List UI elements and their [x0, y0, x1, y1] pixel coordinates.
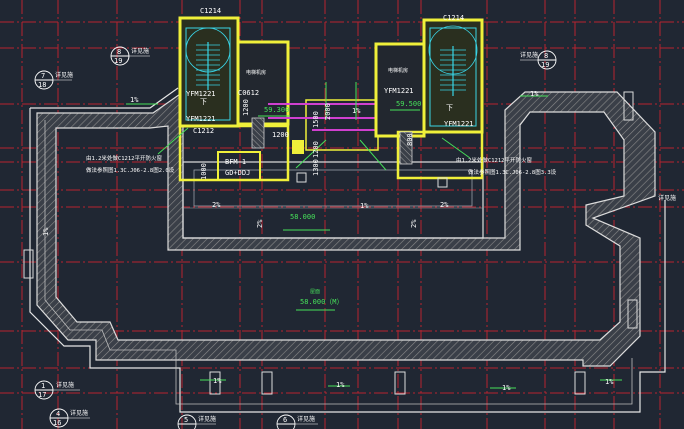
dim-800: 800: [406, 133, 414, 146]
dim-1300: 1300: [312, 159, 320, 176]
elevation-floor: 58.000（M）: [300, 298, 344, 306]
callout-2-bottom: 18: [38, 81, 46, 89]
door-label-left-a: YFM1221: [186, 90, 216, 98]
callout-5-text: 详见施: [70, 409, 88, 417]
window-label-top-right: C1214: [443, 14, 464, 22]
callout-3-top: 8: [544, 52, 548, 60]
slope-10: 1%: [336, 381, 345, 389]
elevation-roof: 58.000: [290, 213, 315, 221]
callout-right-text: 详见施: [658, 194, 676, 202]
note-left-line-2: 做法参照图1.3C.J06-2.8图2.0设: [86, 166, 175, 174]
note-right-line-2: 做法参照图1.3C.J06-2.8图3.3设: [468, 168, 557, 176]
slope-3: 1%: [530, 90, 539, 98]
dim-1200-c: 1200: [312, 141, 320, 158]
room-label-left: 电梯机房: [246, 69, 266, 76]
blast-door-label: BFM-1: [225, 158, 246, 166]
dim-1200-a: 1200: [242, 99, 250, 116]
door-label-right-b: YFM1221: [444, 120, 474, 128]
door-label-right-a: YFM1221: [384, 87, 414, 95]
callout-3-text: 详见施: [520, 51, 538, 59]
callout-6-text: 详见施: [198, 415, 216, 423]
elevation-left: 59.300: [264, 106, 289, 114]
down-arrow-right: 下: [446, 104, 453, 112]
slope-2: 1%: [352, 107, 361, 115]
callout-1-text: 详见施: [131, 47, 149, 55]
callout-6-top: 5: [184, 416, 188, 424]
door-label-left-b: C0612: [238, 89, 259, 97]
callout-4-top: 1: [41, 382, 45, 390]
floor-note: 屋面: [310, 289, 320, 295]
canvas-background: [0, 0, 684, 429]
note-right-line-1: 由1.2米处做C1212平开防火窗: [456, 156, 532, 164]
note-left-line-1: 由1.2米处做C1212平开防火窗: [86, 154, 162, 162]
dim-2000: 2000: [324, 103, 332, 120]
slope-11: 1%: [502, 384, 511, 392]
slope-12: 1%: [605, 378, 614, 386]
callout-4-bottom: 17: [38, 391, 46, 399]
slope-1: 1%: [130, 96, 139, 104]
dim-1200-b: 1200: [272, 131, 289, 139]
callout-2-text: 详见施: [55, 71, 73, 79]
slope-5: 2%: [212, 201, 221, 209]
blast-door-sublabel: GD+DDJ: [225, 169, 250, 177]
room-label-right: 电梯机房: [388, 67, 408, 74]
callout-4-text: 详见施: [56, 381, 74, 389]
callout-2-top: 7: [41, 72, 45, 80]
down-arrow-left: 下: [200, 98, 207, 106]
dim-1000: 1000: [200, 163, 208, 180]
slope-9: 1%: [213, 377, 222, 385]
dim-1500: 1500: [312, 111, 320, 128]
slope-8: 2%: [410, 219, 418, 228]
window-label-small: C1212: [193, 127, 214, 135]
slope-6: 2%: [440, 201, 449, 209]
callout-3-bottom: 19: [541, 61, 549, 69]
elevation-right: 59.500: [396, 100, 421, 108]
callout-5-bottom: 16: [53, 419, 61, 427]
slope-7: 2%: [256, 219, 264, 228]
callout-7-text: 详见施: [297, 415, 315, 423]
callout-7-top: 6: [283, 416, 287, 424]
door-swing-left: [292, 140, 304, 154]
hatch-panel-left: [251, 117, 265, 149]
callout-1-top: 8: [117, 48, 121, 56]
slope-4: 1%: [360, 202, 369, 210]
door-label-left-c: YFM1221: [186, 115, 216, 123]
callout-1-bottom: 19: [114, 57, 122, 65]
slope-13: 1%: [42, 227, 50, 236]
roof-plan-drawing: C1214 C1214 YFM1221 C0612 YFM1221 YFM122…: [0, 0, 684, 429]
window-label-top-left: C1214: [200, 7, 221, 15]
callout-5-top: 4: [56, 410, 60, 418]
